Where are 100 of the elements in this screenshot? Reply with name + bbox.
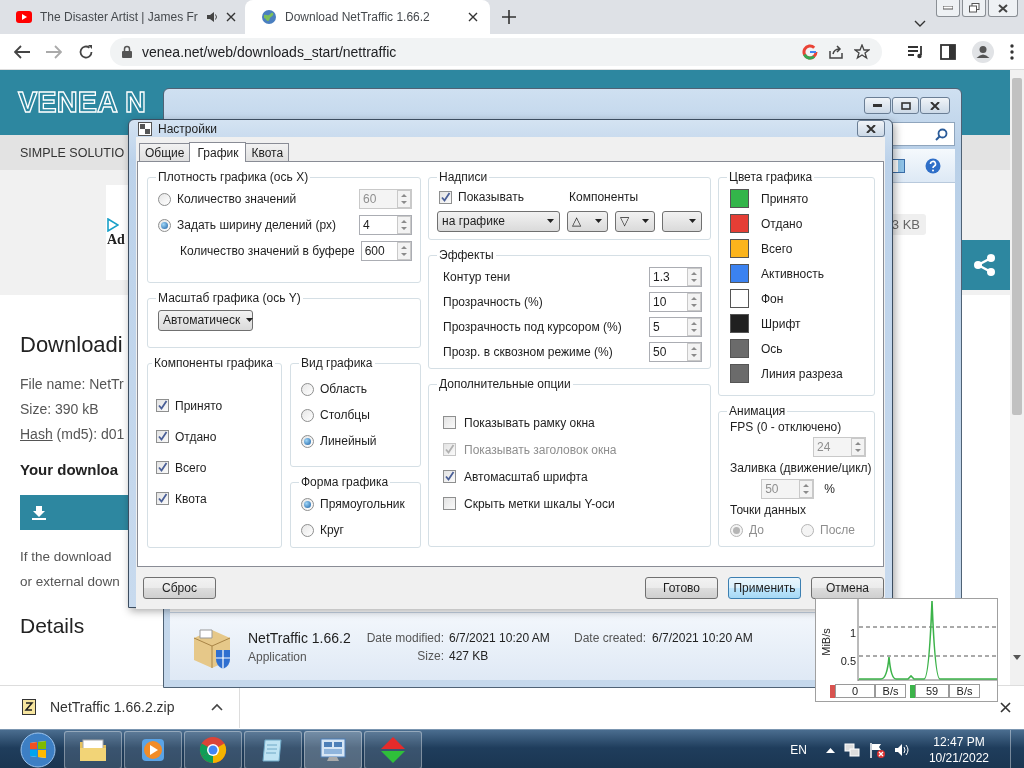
share-button[interactable] [960, 240, 1010, 290]
menu-icon[interactable] [1010, 43, 1014, 60]
hash-link[interactable]: Hash [20, 426, 53, 442]
checkbox[interactable] [443, 416, 456, 429]
reload-icon[interactable] [78, 43, 94, 60]
color-swatch[interactable] [730, 339, 749, 358]
scroll-thumb[interactable] [1012, 78, 1022, 415]
spin-arrows-icon[interactable] [397, 242, 411, 260]
dropdown[interactable]: Автоматическ [158, 309, 253, 331]
checkbox[interactable] [439, 190, 452, 204]
spin-arrows-icon[interactable] [687, 342, 701, 361]
number-field[interactable]: 1.3 [649, 266, 702, 287]
nav-text[interactable]: SIMPLE SOLUTIO [20, 145, 125, 160]
section-heading: Details [20, 614, 86, 638]
radio-button[interactable] [158, 192, 171, 206]
share-icon[interactable] [828, 43, 844, 60]
checkbox[interactable] [156, 430, 169, 443]
number-field[interactable]: 5 [649, 316, 702, 337]
close-icon[interactable] [1000, 701, 1011, 713]
browser-tab[interactable]: Download NetTraffic 1.66.2 [245, 0, 490, 34]
network-icon[interactable] [843, 741, 860, 758]
maximize-button[interactable] [892, 97, 919, 114]
color-swatch[interactable] [730, 264, 749, 283]
spin-arrows-icon[interactable] [687, 267, 701, 286]
chevron-down-icon[interactable] [914, 20, 926, 28]
group-title: Цвета графика [728, 170, 814, 184]
color-swatch[interactable] [730, 289, 749, 308]
side-panel-icon[interactable] [940, 43, 956, 60]
taskbar-button[interactable] [304, 730, 362, 768]
close-icon[interactable] [468, 12, 478, 22]
media-control-icon[interactable] [908, 44, 924, 59]
dropdown[interactable]: на графике [437, 210, 560, 232]
close-icon[interactable] [225, 12, 236, 22]
checkbox[interactable] [443, 497, 456, 510]
dropdown[interactable]: ▽ [614, 210, 656, 232]
checkbox[interactable] [156, 461, 169, 474]
taskbar-button[interactable] [64, 730, 122, 768]
color-swatch[interactable] [730, 314, 749, 333]
dropdown[interactable] [662, 210, 702, 232]
color-swatch[interactable] [730, 364, 749, 383]
show-hidden-icons[interactable] [825, 746, 835, 753]
checkbox[interactable] [156, 492, 169, 505]
scroll-down-icon[interactable] [1013, 655, 1021, 660]
taskbar-button[interactable] [184, 730, 242, 768]
dialog-button[interactable]: Готово [645, 577, 718, 599]
spin-arrows-icon[interactable] [397, 216, 411, 234]
video-site-icon [16, 11, 32, 23]
minimize-button[interactable] [864, 97, 891, 114]
spin-arrows-icon[interactable] [687, 317, 701, 336]
tab[interactable]: Общие [139, 143, 191, 161]
spin-arrows-icon[interactable] [687, 292, 701, 311]
chevron-up-icon[interactable] [211, 703, 223, 711]
speaker-icon[interactable] [205, 11, 218, 23]
radio-button[interactable] [158, 218, 171, 232]
radio-button[interactable] [301, 382, 314, 396]
language-indicator[interactable]: EN [790, 742, 807, 757]
taskbar-button[interactable] [364, 730, 422, 768]
profile-icon[interactable] [972, 40, 994, 63]
tab[interactable]: Квота [245, 143, 290, 161]
close-button[interactable] [988, 0, 1018, 17]
dialog-button[interactable]: Применить [728, 577, 801, 599]
color-swatch[interactable] [730, 189, 749, 208]
color-swatch[interactable] [730, 214, 749, 233]
browser-tab[interactable]: The Disaster Artist | James Fr [0, 0, 245, 34]
radio-button[interactable] [301, 408, 314, 422]
number-field[interactable]: 50 [649, 341, 702, 362]
checkbox[interactable] [156, 399, 169, 412]
dialog-button[interactable]: Отмена [811, 577, 884, 599]
scrollbar[interactable] [1010, 70, 1024, 685]
dropdown[interactable]: △ [566, 210, 608, 232]
start-button[interactable] [18, 731, 58, 768]
site-logo[interactable]: VENEA N [18, 86, 146, 119]
back-icon[interactable] [14, 44, 30, 59]
translate-g-icon[interactable] [802, 43, 818, 60]
address-bar[interactable]: venea.net/web/downloads_start/nettraffic [110, 37, 882, 66]
color-swatch[interactable] [730, 239, 749, 258]
zip-file-icon[interactable] [22, 699, 36, 715]
number-field[interactable]: 600 [360, 241, 412, 261]
check-mark-icon [444, 471, 455, 482]
restore-button[interactable] [962, 0, 986, 17]
radio-button[interactable] [301, 523, 314, 537]
download-file-name[interactable]: NetTraffic 1.66.2.zip [50, 699, 175, 715]
number-field[interactable]: 10 [649, 291, 702, 312]
close-button[interactable] [857, 120, 885, 137]
radio-button[interactable] [301, 434, 314, 448]
dialog-button[interactable]: Сброс [143, 577, 216, 599]
new-tab-icon[interactable] [502, 10, 516, 24]
clock-time[interactable]: 12:47 PM [933, 733, 985, 750]
checkbox[interactable] [443, 470, 456, 483]
clock-date[interactable]: 10/21/2022 [928, 749, 989, 766]
taskbar-button[interactable] [124, 730, 182, 768]
tab[interactable]: График [189, 142, 247, 162]
close-button[interactable] [920, 97, 950, 114]
flag-error-icon[interactable] [868, 741, 885, 758]
radio-button[interactable] [301, 497, 314, 511]
ad-choices-icon[interactable] [107, 217, 119, 232]
help-icon[interactable] [925, 157, 941, 174]
star-icon[interactable] [854, 43, 870, 60]
taskbar-button[interactable] [244, 730, 302, 768]
number-field[interactable]: 4 [359, 215, 412, 235]
